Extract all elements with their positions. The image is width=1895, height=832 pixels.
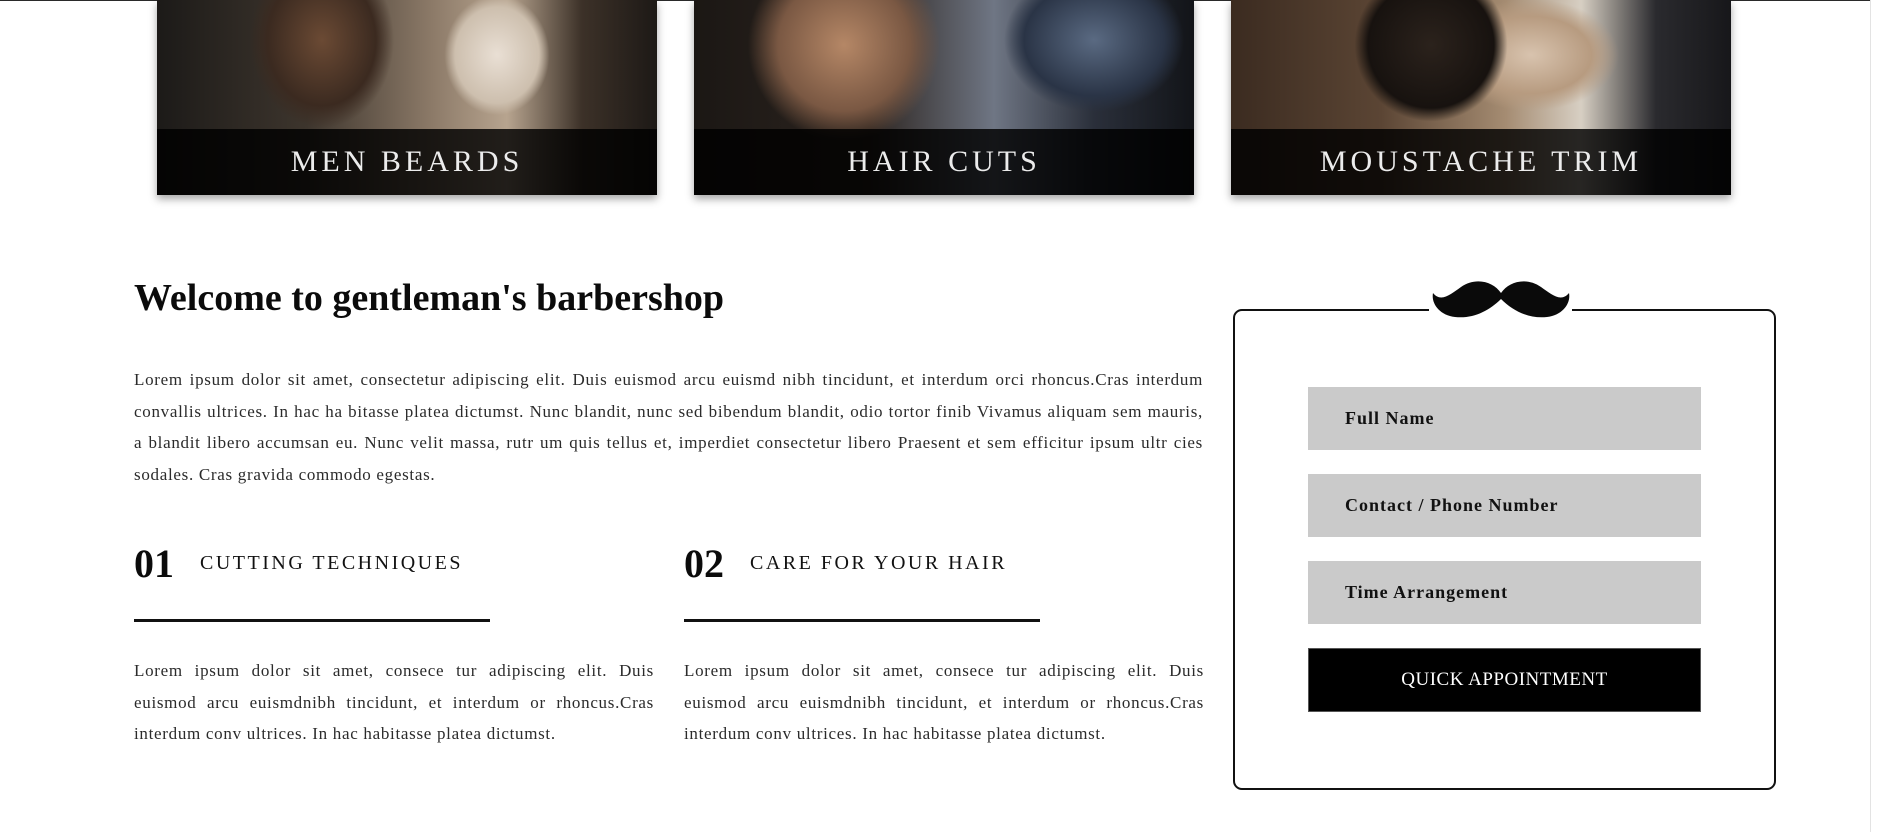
feature-text: Lorem ipsum dolor sit amet, consece tur … — [134, 661, 654, 743]
feature-number: 01 — [134, 541, 174, 586]
welcome-paragraph: Lorem ipsum dolor sit amet, consectetur … — [134, 370, 1203, 484]
moustache-icon — [1429, 276, 1572, 326]
welcome-heading: Welcome to gentleman's barbershop — [134, 277, 725, 319]
service-label: HAIR CUTS — [847, 145, 1041, 178]
service-caption: HAIR CUTS — [694, 129, 1194, 195]
service-caption: MEN BEARDS — [157, 129, 657, 195]
page-right-edge — [1870, 0, 1871, 832]
feature-text: Lorem ipsum dolor sit amet, consece tur … — [684, 661, 1204, 743]
service-caption: MOUSTACHE TRIM — [1231, 129, 1731, 195]
feature-underline — [684, 619, 1040, 622]
appointment-form — [1233, 309, 1776, 790]
service-label: MEN BEARDS — [290, 145, 524, 178]
feature-underline — [134, 619, 490, 622]
full-name-input[interactable] — [1308, 387, 1701, 450]
phone-number-input[interactable] — [1308, 474, 1701, 537]
feature-title: CARE FOR YOUR HAIR — [750, 552, 1008, 574]
moustache-svg — [1432, 281, 1569, 318]
service-card-hair-cuts[interactable]: HAIR CUTS — [694, 0, 1194, 195]
service-card-men-beards[interactable]: MEN BEARDS — [157, 0, 657, 195]
feature-title: CUTTING TECHNIQUES — [200, 552, 463, 574]
service-label: MOUSTACHE TRIM — [1319, 145, 1643, 178]
quick-appointment-button[interactable]: QUICK APPOINTMENT — [1308, 648, 1701, 712]
service-card-moustache-trim[interactable]: MOUSTACHE TRIM — [1231, 0, 1731, 195]
feature-number: 02 — [684, 541, 724, 586]
time-arrangement-input[interactable] — [1308, 561, 1701, 624]
